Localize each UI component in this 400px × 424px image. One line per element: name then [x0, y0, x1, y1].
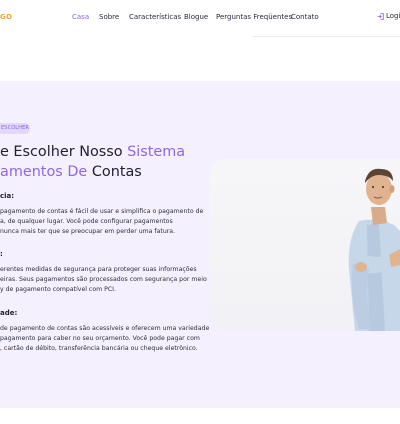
section-badge: ESCOLHER	[0, 123, 30, 134]
nav-link-caracteristicas[interactable]: Características	[129, 13, 181, 21]
login-icon	[377, 12, 384, 20]
text-line: pagamento de contas é fácil de usar e si…	[0, 208, 204, 215]
feature-title-affordability: ade:	[0, 309, 18, 317]
headline-accent: amentos De	[0, 164, 88, 180]
feature-text-affordability: de pagamento de contas são acessíveis e …	[0, 324, 209, 354]
text-line: , cartão de débito, transferência bancár…	[0, 345, 198, 352]
headline-line-2: amentos De Contas	[0, 162, 200, 182]
hero-photo	[209, 159, 400, 331]
text-line: nunca mais ter que se preocupar em perde…	[0, 228, 176, 235]
nav-link-contato[interactable]: Contato	[291, 13, 319, 21]
text-line: a, de qualquer lugar. Você pode configur…	[0, 218, 173, 225]
text-line: erentes medidas de segurança para proteg…	[0, 266, 197, 273]
top-navbar: GO Casa Sobre Características Blogue Per…	[0, 0, 400, 36]
headline-text: e Escolher Nosso	[0, 144, 128, 160]
text-line: y de pagamento compatível com PCI.	[0, 286, 116, 293]
nav-divider	[252, 36, 400, 37]
text-line: eiras. Seus pagamentos são processados c…	[0, 276, 207, 283]
nav-link-casa[interactable]: Casa	[72, 13, 89, 21]
headline-accent: Sistema	[127, 144, 186, 160]
man-pointing-image	[348, 168, 400, 331]
text-line: de pagamento de contas são acessíveis e …	[0, 325, 210, 332]
feature-text-security: erentes medidas de segurança para proteg…	[0, 265, 207, 295]
login-label: Logi	[386, 12, 400, 20]
section-headline: e Escolher Nosso Sistema amentos De Cont…	[0, 142, 200, 182]
feature-title-security: :	[0, 250, 3, 258]
feature-title-convenience: cia:	[0, 192, 15, 200]
nav-link-perguntas[interactable]: Perguntas Freqüentes	[216, 13, 292, 21]
headline-text: Contas	[87, 164, 142, 180]
nav-link-sobre[interactable]: Sobre	[99, 13, 119, 21]
headline-line-1: e Escolher Nosso Sistema	[0, 142, 200, 162]
login-button[interactable]: Logi	[377, 12, 400, 20]
text-line: pagamento para caber no seu orçamento. V…	[0, 335, 200, 342]
logo[interactable]: GO	[0, 13, 12, 21]
feature-text-convenience: pagamento de contas é fácil de usar e si…	[0, 207, 203, 237]
nav-link-blogue[interactable]: Blogue	[184, 13, 208, 21]
